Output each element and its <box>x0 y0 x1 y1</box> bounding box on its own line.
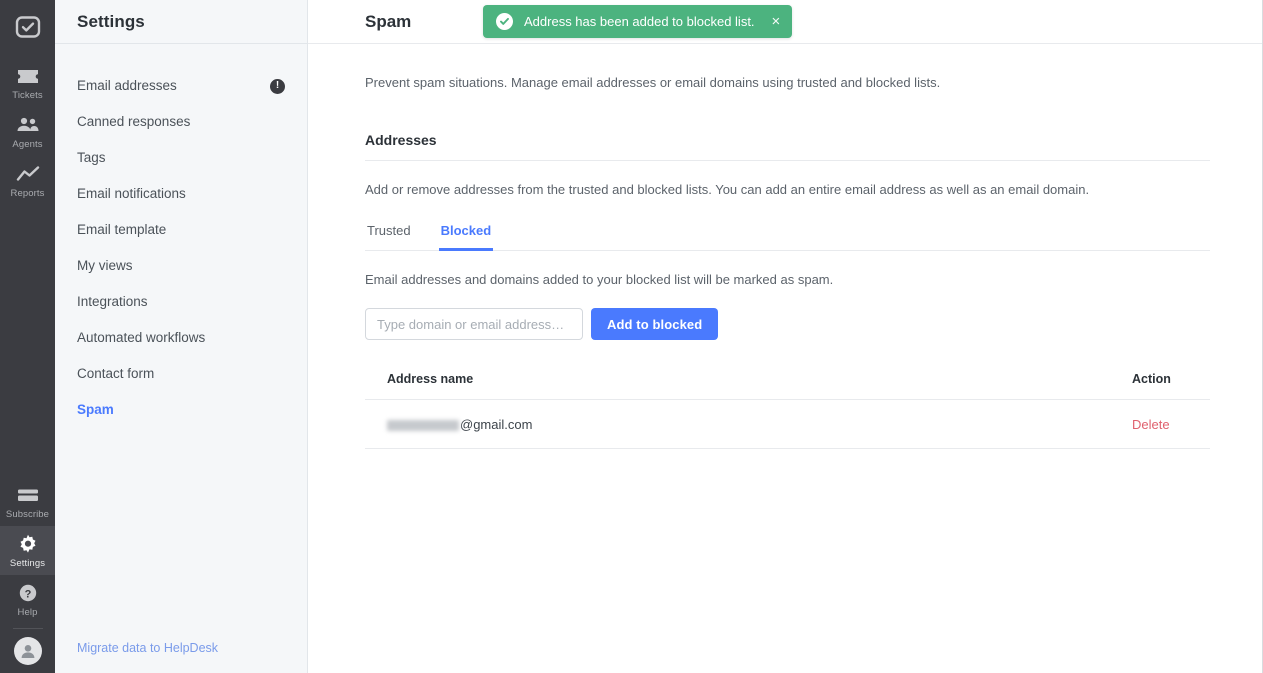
column-header-action: Action <box>1120 372 1210 400</box>
rail-label-settings: Settings <box>9 558 46 569</box>
sidebar-item-label: Canned responses <box>77 114 191 129</box>
section-divider <box>365 160 1210 161</box>
page-title: Spam <box>365 11 412 31</box>
credit-card-icon <box>16 484 40 506</box>
sidebar-item-label: Contact form <box>77 366 155 381</box>
address-input[interactable] <box>365 308 583 340</box>
rail-item-tickets[interactable]: Tickets <box>0 58 55 107</box>
sidebar-item-my-views[interactable]: My views <box>55 248 307 284</box>
sidebar-item-integrations[interactable]: Integrations <box>55 284 307 320</box>
sidebar-item-email-template[interactable]: Email template <box>55 212 307 248</box>
blocked-addresses-table: Address name Action @gmail.com Delete <box>365 372 1210 449</box>
section-title-addresses: Addresses <box>365 132 437 148</box>
rail-label-help: Help <box>17 607 38 618</box>
rail-divider <box>12 628 43 629</box>
agents-icon <box>16 114 40 136</box>
alert-badge-icon: ! <box>270 78 285 94</box>
rail-item-subscribe[interactable]: Subscribe <box>0 477 55 526</box>
svg-text:?: ? <box>24 588 31 600</box>
question-circle-icon: ? <box>16 582 40 604</box>
address-domain: @gmail.com <box>460 417 533 432</box>
rail-label-tickets: Tickets <box>12 90 43 101</box>
tab-description: Email addresses and domains added to you… <box>365 272 834 287</box>
sidebar-item-label: Tags <box>77 150 106 165</box>
sidebar-item-label: Spam <box>77 402 114 417</box>
tab-trusted[interactable]: Trusted <box>365 223 413 251</box>
primary-nav-rail: Tickets Agents Reports Subscribe Setting… <box>0 0 55 673</box>
add-to-blocked-button[interactable]: Add to blocked <box>591 308 719 340</box>
app-logo[interactable] <box>11 10 45 44</box>
ticket-icon <box>16 65 40 87</box>
sidebar-item-label: Integrations <box>77 294 148 309</box>
settings-menu-list: Email addresses ! Canned responses Tags … <box>55 44 307 428</box>
migrate-data-link[interactable]: Migrate data to HelpDesk <box>77 641 218 655</box>
sidebar-item-label: Email notifications <box>77 186 186 201</box>
close-icon[interactable]: × <box>772 14 781 29</box>
sidebar-item-email-addresses[interactable]: Email addresses ! <box>55 68 307 104</box>
rail-label-agents: Agents <box>12 139 43 150</box>
delete-address-link[interactable]: Delete <box>1132 417 1170 432</box>
cell-address-name: @gmail.com <box>365 399 1120 449</box>
sidebar-item-label: My views <box>77 258 133 273</box>
rail-label-subscribe: Subscribe <box>5 509 50 520</box>
address-list-tabs: Trusted Blocked <box>365 223 1210 251</box>
table-head: Address name Action <box>365 372 1210 400</box>
section-description: Add or remove addresses from the trusted… <box>365 182 1090 197</box>
settings-nav-panel: Settings Email addresses ! Canned respon… <box>55 0 308 673</box>
rail-bottom-group: Subscribe Settings ? Help <box>0 477 55 673</box>
tab-blocked[interactable]: Blocked <box>438 223 494 251</box>
sidebar-item-automated-workflows[interactable]: Automated workflows <box>55 320 307 356</box>
app-window: Tickets Agents Reports Subscribe Setting… <box>0 0 1263 673</box>
user-avatar-icon <box>21 645 34 658</box>
gear-icon <box>16 533 40 555</box>
sidebar-item-label: Email addresses <box>77 78 177 93</box>
sidebar-item-spam[interactable]: Spam <box>55 392 307 428</box>
rail-item-reports[interactable]: Reports <box>0 156 55 205</box>
checkmark-square-logo-icon <box>15 16 40 38</box>
sidebar-item-label: Automated workflows <box>77 330 206 345</box>
avatar[interactable] <box>13 637 42 665</box>
settings-title: Settings <box>77 11 145 31</box>
cell-action: Delete <box>1120 399 1210 449</box>
sidebar-item-tags[interactable]: Tags <box>55 140 307 176</box>
add-address-row: Add to blocked <box>365 308 1210 340</box>
main-content: Spam Prevent spam situations. Manage ema… <box>308 0 1263 673</box>
rail-item-settings[interactable]: Settings <box>0 526 55 575</box>
sidebar-item-label: Email template <box>77 222 167 237</box>
page-body: Prevent spam situations. Manage email ad… <box>308 44 1263 449</box>
page-intro-text: Prevent spam situations. Manage email ad… <box>365 75 941 90</box>
sidebar-item-contact-form[interactable]: Contact form <box>55 356 307 392</box>
chart-line-icon <box>16 163 40 185</box>
table-row: @gmail.com Delete <box>365 399 1210 449</box>
rail-item-help[interactable]: ? Help <box>0 575 55 624</box>
table-header-row: Address name Action <box>365 372 1210 400</box>
rail-item-agents[interactable]: Agents <box>0 107 55 156</box>
check-circle-icon <box>496 13 513 30</box>
redacted-address-local-part <box>387 420 459 431</box>
table-body: @gmail.com Delete <box>365 399 1210 449</box>
toast-notification: Address has been added to blocked list. … <box>483 5 793 38</box>
sidebar-item-email-notifications[interactable]: Email notifications <box>55 176 307 212</box>
toast-message: Address has been added to blocked list. <box>524 14 755 29</box>
settings-header: Settings <box>55 0 307 44</box>
sidebar-item-canned-responses[interactable]: Canned responses <box>55 104 307 140</box>
column-header-address-name: Address name <box>365 372 1120 400</box>
rail-label-reports: Reports <box>10 188 45 199</box>
